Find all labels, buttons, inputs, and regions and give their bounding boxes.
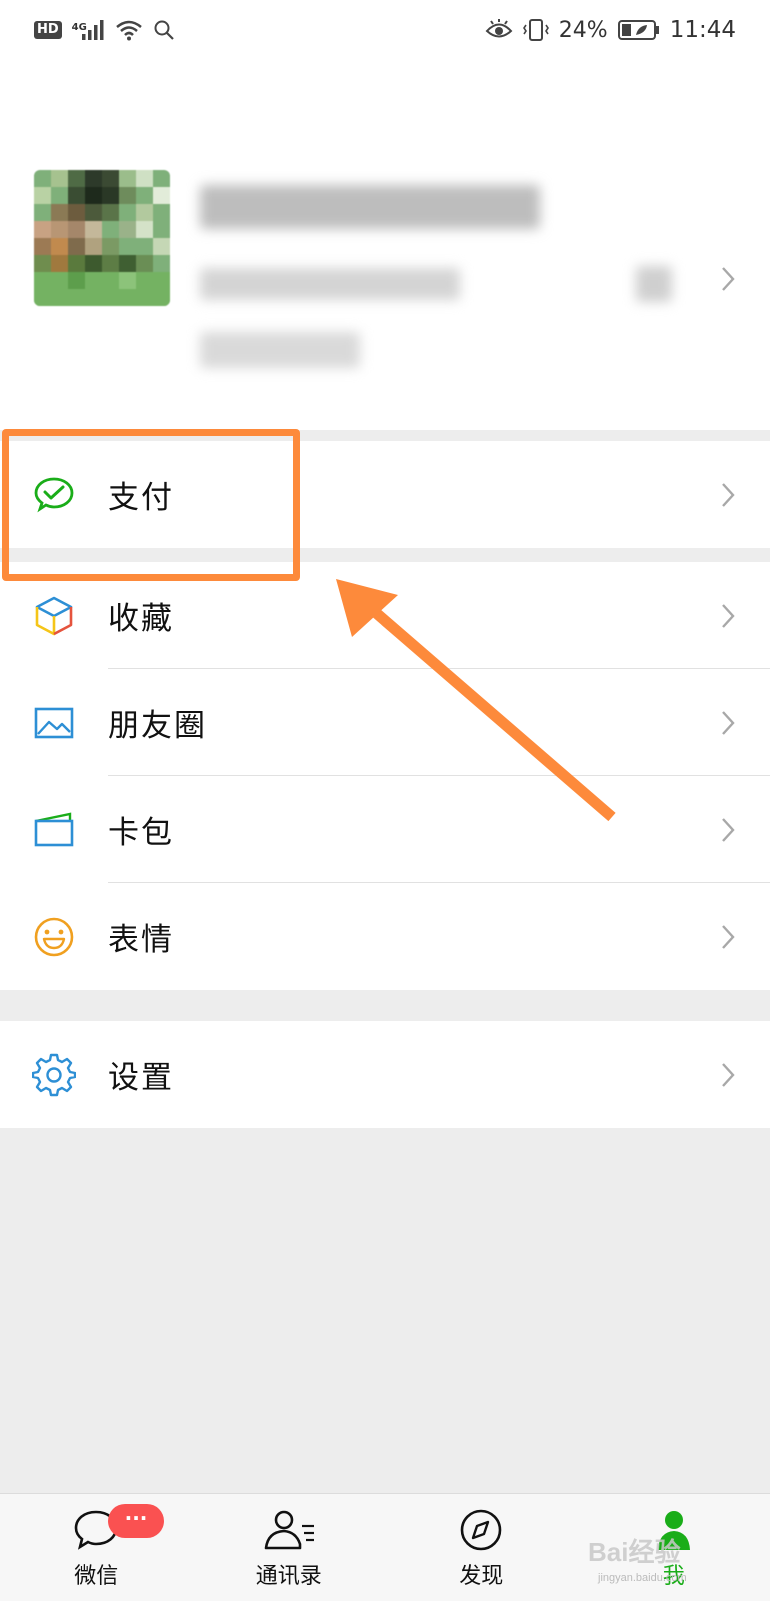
menu-item-settings[interactable]: 设置 [0,1021,770,1128]
chevron-right-icon [720,923,736,951]
tab-contacts[interactable]: 通讯录 [193,1494,386,1601]
wechat-pay-icon [32,473,76,517]
wechat-id-blurred [200,268,460,300]
search-icon [153,19,175,41]
profile-header[interactable] [0,60,770,430]
settings-label: 设置 [108,1052,174,1097]
pay-group: 支付 [0,441,770,548]
settings-group: 设置 [0,1021,770,1128]
menu-item-stickers[interactable]: 表情 [0,883,770,990]
chevron-right-icon [720,265,736,293]
watermark-url: jingyan.baidu.com [598,1572,687,1584]
clock: 11:44 [670,17,736,43]
moments-photo-icon [32,701,76,745]
compass-icon [457,1508,505,1552]
battery-percent: 24% [559,18,608,43]
eye-comfort-icon [485,19,513,41]
tab-discover-label: 发现 [459,1558,503,1590]
tab-discover[interactable]: 发现 [385,1494,578,1601]
wifi-icon [115,19,143,41]
status-right: 24% 11:44 [485,17,736,43]
status-bar: HD 4G [0,0,770,60]
qr-code-blurred[interactable] [636,266,672,302]
card-wallet-icon [32,808,76,852]
status-blurred[interactable] [200,332,360,368]
tab-chats[interactable]: ··· 微信 [0,1494,193,1601]
moments-label: 朋友圈 [108,700,207,745]
hd-indicator: HD [34,21,62,39]
features-group: 收藏 朋友圈 卡包 表情 [0,562,770,990]
chevron-right-icon [720,481,736,509]
smiley-icon [32,915,76,959]
pay-label: 支付 [108,472,174,517]
chevron-right-icon [720,1061,736,1089]
stickers-label: 表情 [108,914,174,959]
nickname-blurred [200,185,540,229]
tab-chats-label: 微信 [74,1558,118,1590]
vibrate-icon [523,18,549,42]
battery-icon [618,19,660,41]
contacts-icon [262,1508,316,1552]
cards-label: 卡包 [108,807,174,852]
signal-icon: 4G [72,19,105,41]
tab-contacts-label: 通讯录 [256,1558,322,1590]
chevron-right-icon [720,602,736,630]
network-type: 4G [72,22,87,33]
watermark-logo: Bai经验 [588,1532,680,1569]
menu-item-pay[interactable]: 支付 [0,441,770,548]
chevron-right-icon [720,816,736,844]
menu-item-favorites[interactable]: 收藏 [0,562,770,669]
status-left: HD 4G [34,19,175,41]
avatar[interactable] [34,170,170,306]
gear-icon [32,1053,76,1097]
favorites-label: 收藏 [108,593,174,638]
menu-item-cards[interactable]: 卡包 [0,776,770,883]
chevron-right-icon [720,709,736,737]
menu-item-moments[interactable]: 朋友圈 [0,669,770,776]
unread-badge: ··· [108,1504,164,1538]
favorites-cube-icon [32,594,76,638]
